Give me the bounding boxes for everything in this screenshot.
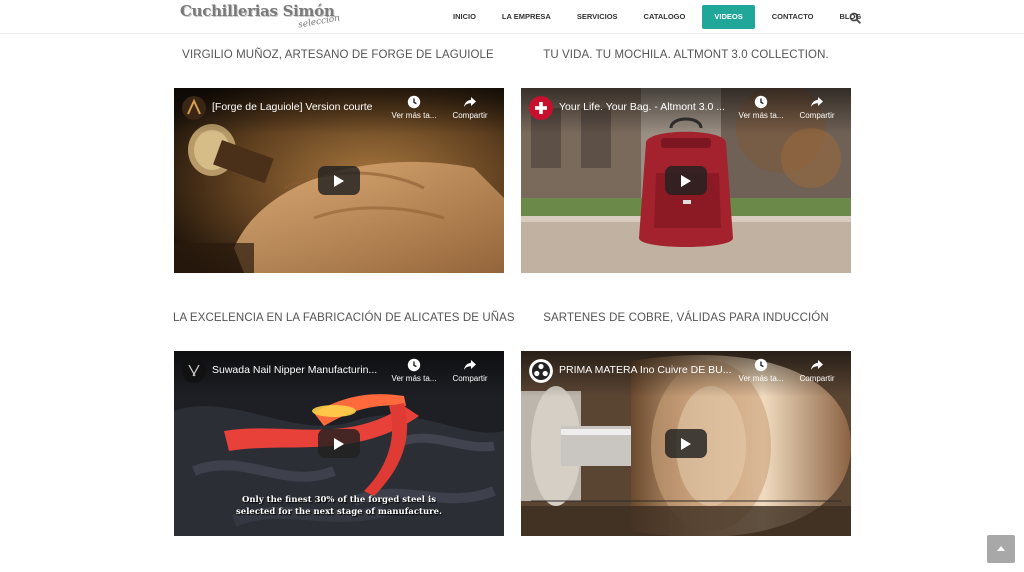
- share-label: Compartir: [452, 374, 488, 383]
- nav-item-contacto[interactable]: CONTACTO: [759, 5, 827, 29]
- share-label: Compartir: [799, 111, 835, 120]
- video-title[interactable]: [Forge de Laguiole] Version courte: [212, 101, 388, 113]
- clock-icon: [407, 358, 421, 372]
- share-label: Compartir: [452, 111, 488, 120]
- play-icon: [681, 175, 691, 187]
- watch-later-button[interactable]: Ver más ta...: [733, 358, 789, 383]
- channel-avatar[interactable]: [182, 359, 206, 383]
- channel-avatar[interactable]: [182, 96, 206, 120]
- watch-later-label: Ver más ta...: [738, 111, 784, 120]
- scroll-to-top-button[interactable]: [987, 535, 1015, 563]
- video-title[interactable]: PRIMA MATERA Ino Cuivre DE BU...: [559, 364, 735, 376]
- video-title[interactable]: Suwada Nail Nipper Manufacturin...: [212, 364, 388, 376]
- video-section-title: LA EXCELENCIA EN LA FABRICACIÓN DE ALICA…: [173, 312, 515, 324]
- clock-icon: [754, 95, 768, 109]
- play-button[interactable]: [318, 429, 360, 458]
- watch-later-button[interactable]: Ver más ta...: [733, 95, 789, 120]
- watch-later-label: Ver más ta...: [391, 111, 437, 120]
- watch-later-button[interactable]: Ver más ta...: [386, 358, 442, 383]
- video-section-title: TU VIDA. TU MOCHILA. ALTMONT 3.0 COLLECT…: [543, 49, 829, 61]
- play-icon: [681, 438, 691, 450]
- share-button[interactable]: Compartir: [789, 95, 845, 120]
- site-header: Cuchillerias Simón selección INICIO LA E…: [0, 0, 1024, 34]
- play-icon: [334, 438, 344, 450]
- channel-avatar[interactable]: [529, 359, 553, 383]
- share-icon: [811, 97, 823, 107]
- play-button[interactable]: [665, 429, 707, 458]
- main-nav: INICIO LA EMPRESA SERVICIOS CATALOGO VID…: [440, 5, 874, 29]
- clock-icon: [407, 95, 421, 109]
- site-logo[interactable]: Cuchillerias Simón selección: [180, 2, 341, 32]
- play-button[interactable]: [665, 166, 707, 195]
- share-button[interactable]: Compartir: [789, 358, 845, 383]
- watch-later-label: Ver más ta...: [391, 374, 437, 383]
- search-icon[interactable]: [849, 11, 861, 24]
- chevron-up-icon: [997, 546, 1005, 551]
- share-label: Compartir: [799, 374, 835, 383]
- video-section-title: SARTENES DE COBRE, VÁLIDAS PARA INDUCCIÓ…: [543, 312, 829, 324]
- video-player-forge-laguiole[interactable]: [Forge de Laguiole] Version courte Ver m…: [174, 88, 504, 273]
- video-caption-line: selected for the next stage of manufactu…: [236, 507, 442, 517]
- video-caption-line: Only the finest 30% of the forged steel …: [241, 495, 437, 505]
- play-icon: [334, 175, 344, 187]
- video-player-prima-matera[interactable]: PRIMA MATERA Ino Cuivre DE BU... Ver más…: [521, 351, 851, 536]
- nav-item-inicio[interactable]: INICIO: [440, 5, 489, 29]
- share-icon: [464, 360, 476, 370]
- nav-item-catalogo[interactable]: CATALOGO: [631, 5, 699, 29]
- watch-later-button[interactable]: Ver más ta...: [386, 95, 442, 120]
- clock-icon: [754, 358, 768, 372]
- video-title[interactable]: Your Life. Your Bag. - Altmont 3.0 ...: [559, 101, 735, 113]
- nav-item-la-empresa[interactable]: LA EMPRESA: [489, 5, 564, 29]
- nav-item-videos[interactable]: VIDEOS: [702, 5, 755, 29]
- channel-avatar[interactable]: [529, 96, 553, 120]
- share-button[interactable]: Compartir: [442, 95, 498, 120]
- share-icon: [811, 360, 823, 370]
- video-player-suwada[interactable]: Suwada Nail Nipper Manufacturin... Ver m…: [174, 351, 504, 536]
- nav-item-servicios[interactable]: SERVICIOS: [564, 5, 631, 29]
- share-button[interactable]: Compartir: [442, 358, 498, 383]
- share-icon: [464, 97, 476, 107]
- video-section-title: VIRGILIO MUÑOZ, ARTESANO DE FORGE DE LAG…: [182, 49, 494, 61]
- video-player-altmont[interactable]: Your Life. Your Bag. - Altmont 3.0 ... V…: [521, 88, 851, 273]
- watch-later-label: Ver más ta...: [738, 374, 784, 383]
- play-button[interactable]: [318, 166, 360, 195]
